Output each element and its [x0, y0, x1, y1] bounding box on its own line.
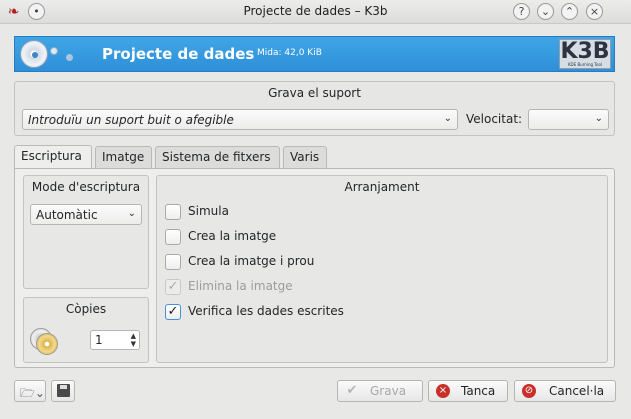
simulate-label: Simula	[188, 204, 229, 218]
create-image-label: Crea la imatge	[188, 229, 277, 243]
burn-button-label: Grava	[370, 384, 407, 398]
project-size: Mida: 42,0 KiB	[257, 48, 322, 58]
settings-title: Arranjament	[344, 180, 420, 194]
verify-data-checkbox[interactable]: ✓	[165, 304, 181, 320]
settings-group: Arranjament Simula Crea la imatge Crea l…	[156, 175, 608, 363]
spin-up-icon[interactable]: ▲	[131, 333, 136, 340]
help-icon[interactable]: ?	[513, 3, 530, 20]
maximize-icon[interactable]: ⌃	[561, 3, 578, 20]
medium-select[interactable]: Introduïu un suport buit o afegible ⌄	[22, 109, 458, 130]
chevron-down-icon: ⌄	[594, 113, 603, 124]
burn-button[interactable]: ✔ Grava	[337, 380, 423, 402]
write-mode-select[interactable]: Automàtic ⌄	[30, 204, 142, 225]
folder-open-icon: 🗁⌄	[20, 386, 45, 400]
burn-medium-group: Grava el suport Introduïu un suport buit…	[14, 81, 615, 136]
remove-image-label: Elimina la imatge	[188, 279, 293, 293]
checkmark-icon: ✔	[346, 383, 358, 398]
copies-title: Còpies	[65, 302, 107, 316]
minimize-icon[interactable]: ⌄	[537, 3, 554, 20]
image-only-label: Crea la imatge i prou	[188, 254, 315, 268]
copies-spinbox[interactable]: 1 ▲ ▼	[90, 330, 140, 350]
group-title: Grava el suport	[268, 86, 361, 100]
project-title: Projecte de dades	[102, 45, 255, 63]
writing-tab-panel: Mode d'escriptura Automàtic ⌄ Còpies 1 ▲…	[14, 168, 615, 368]
tab-image[interactable]: Imatge	[95, 146, 152, 168]
save-settings-button[interactable]	[51, 380, 75, 402]
speed-select[interactable]: ⌄	[528, 109, 609, 130]
tab-writing[interactable]: Escriptura	[14, 145, 92, 169]
create-image-checkbox[interactable]	[165, 229, 181, 245]
chevron-down-icon: ⌄	[443, 113, 452, 124]
write-mode-title: Mode d'escriptura	[31, 180, 141, 194]
cancel-button[interactable]: ⊘ Cancel·la	[514, 380, 616, 402]
close-button[interactable]: × Tanca	[428, 380, 508, 402]
medium-select-value: Introduïu un suport buit o afegible	[28, 113, 234, 127]
remove-image-checkbox: ✓	[165, 279, 181, 295]
window-titlebar: ❧ • Projecte de dades – K3b ? ⌄ ⌃ ×	[0, 0, 631, 24]
write-mode-group: Mode d'escriptura Automàtic ⌄	[23, 175, 149, 289]
copies-value: 1	[95, 333, 103, 347]
cancel-button-label: Cancel·la	[549, 384, 605, 398]
close-icon[interactable]: ×	[586, 3, 603, 20]
chevron-down-icon: ⌄	[127, 208, 136, 219]
close-button-label: Tanca	[461, 384, 496, 398]
write-mode-value: Automàtic	[36, 208, 98, 222]
k3b-logo: K3B KDE Burning Tool	[559, 39, 611, 69]
simulate-checkbox[interactable]	[165, 204, 181, 220]
decor-bubble-icon	[66, 54, 73, 61]
disc-icon	[20, 40, 48, 68]
tab-misc[interactable]: Varis	[283, 146, 327, 168]
project-header-banner: Projecte de dades Mida: 42,0 KiB K3B KDE…	[14, 36, 615, 72]
close-circle-icon: ×	[436, 384, 450, 398]
tab-filesystem[interactable]: Sistema de fitxers	[155, 146, 280, 168]
spin-down-icon[interactable]: ▼	[131, 341, 136, 348]
load-settings-button[interactable]: 🗁⌄	[14, 380, 46, 402]
cancel-circle-icon: ⊘	[522, 384, 536, 398]
copies-discs-icon	[30, 328, 60, 356]
image-only-checkbox[interactable]	[165, 254, 181, 270]
verify-data-label: Verifica les dades escrites	[188, 304, 344, 318]
copies-group: Còpies 1 ▲ ▼	[23, 297, 149, 363]
decor-bubble-icon	[50, 47, 58, 55]
floppy-save-icon	[57, 384, 70, 397]
speed-label: Velocitat:	[466, 112, 523, 126]
